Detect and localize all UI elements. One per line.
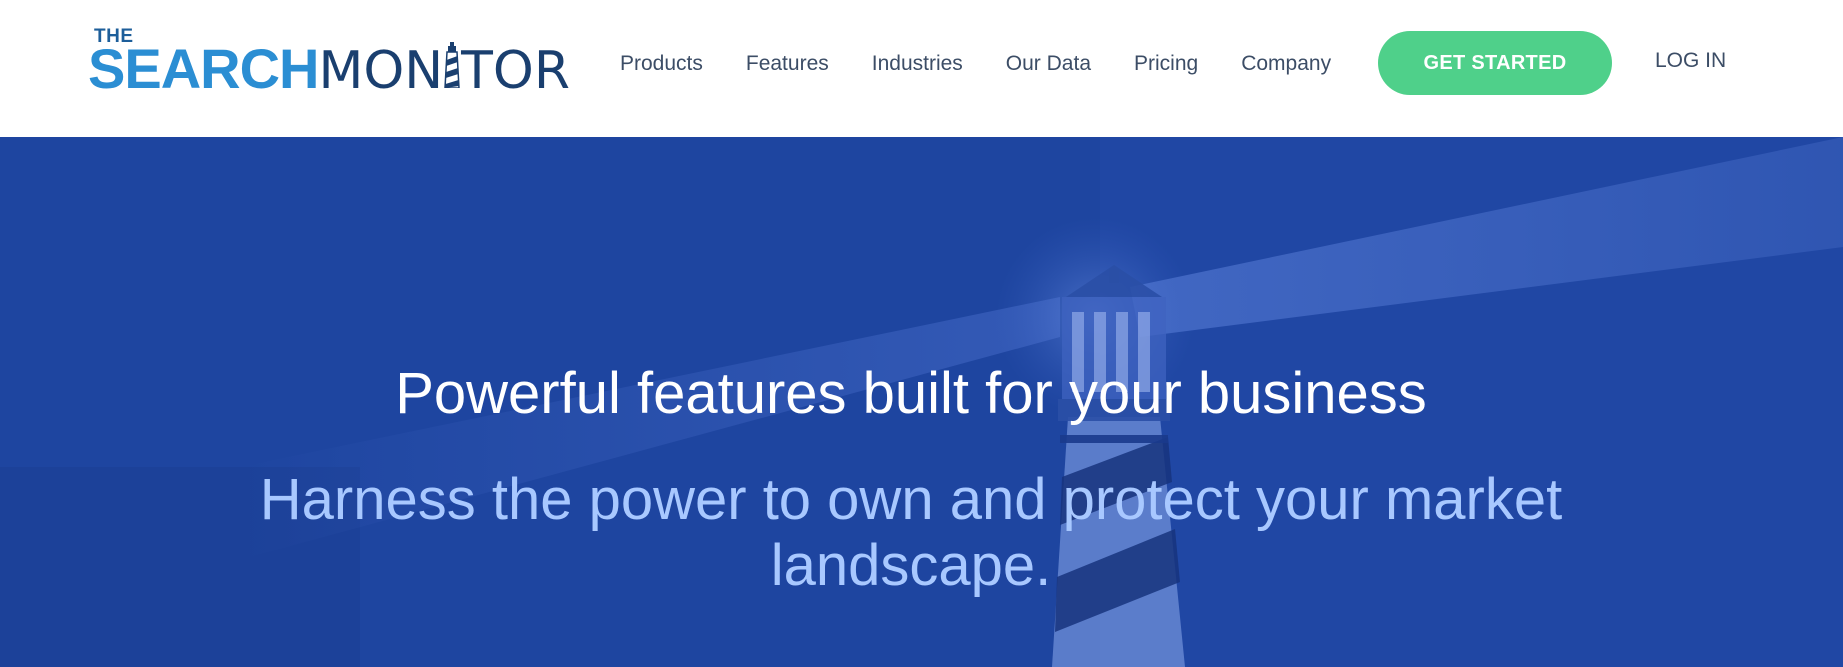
site-header: THE SEARCHMON TOR Products Features Indu… bbox=[0, 0, 1843, 137]
nav-item-pricing[interactable]: Pricing bbox=[1134, 52, 1198, 76]
nav-item-company[interactable]: Company bbox=[1241, 52, 1331, 76]
logo-monitor-text-start: MON bbox=[318, 41, 444, 101]
nav-item-our-data[interactable]: Our Data bbox=[1006, 52, 1091, 76]
nav-item-features[interactable]: Features bbox=[746, 52, 829, 76]
site-logo[interactable]: THE SEARCHMON TOR bbox=[88, 24, 570, 101]
nav-item-industries[interactable]: Industries bbox=[872, 52, 963, 76]
get-started-button[interactable]: GET STARTED bbox=[1378, 31, 1612, 95]
logo-monitor-text-end: TOR bbox=[461, 41, 570, 101]
hero-subtitle: Harness the power to own and protect you… bbox=[259, 467, 1563, 598]
logo-search-text: SEARCH bbox=[88, 37, 319, 100]
main-nav: Products Features Industries Our Data Pr… bbox=[620, 0, 1374, 127]
hero-section: Powerful features built for your busines… bbox=[0, 137, 1843, 667]
login-link[interactable]: LOG IN bbox=[1655, 49, 1726, 73]
hero-title: Powerful features built for your busines… bbox=[395, 361, 1427, 426]
lighthouse-tower bbox=[1052, 265, 1185, 667]
logo-wordmark: SEARCHMON TOR bbox=[88, 38, 570, 102]
lighthouse-icon bbox=[443, 38, 461, 100]
nav-item-products[interactable]: Products bbox=[620, 52, 703, 76]
